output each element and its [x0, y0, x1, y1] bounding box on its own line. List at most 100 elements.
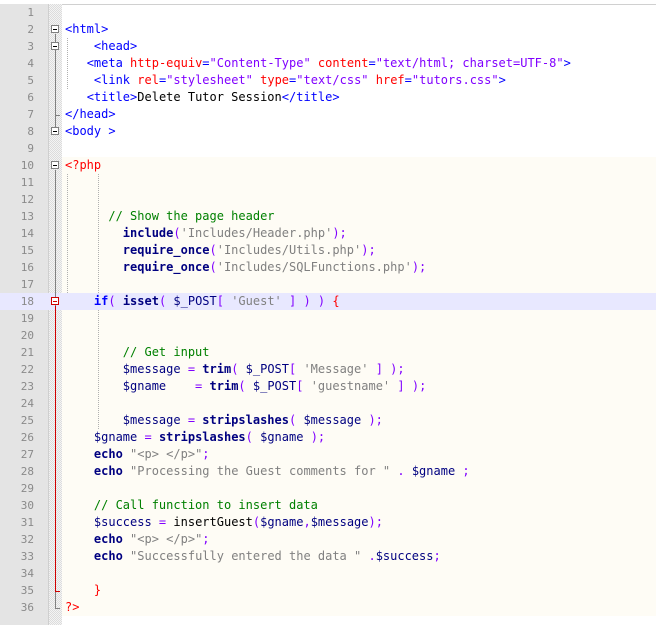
line-number: 7: [27, 108, 34, 121]
code-line[interactable]: 36 ?>: [0, 599, 656, 616]
line-number: 13: [20, 210, 34, 223]
code-token: <head>: [93, 39, 138, 53]
code-token: http-equiv: [130, 56, 203, 70]
code-line[interactable]: 34: [0, 565, 656, 582]
code-line[interactable]: 26 $gname = stripslashes( $gname );: [0, 429, 656, 446]
code-token: $gname: [260, 515, 304, 529]
code-line[interactable]: 6 <title>Delete Tutor Session</title>: [0, 89, 656, 106]
code-token: $gname: [411, 464, 456, 478]
code-line[interactable]: 10 <?php: [0, 157, 656, 174]
line-number: 26: [20, 431, 34, 444]
code-token: (: [209, 260, 217, 274]
code-token: href: [375, 73, 405, 87]
code-token: $_POST: [173, 294, 217, 308]
line-code: // Get input: [65, 344, 210, 361]
fold-collapse-icon-active[interactable]: [51, 297, 59, 305]
code-line[interactable]: 8 <body >: [0, 123, 656, 140]
code-token: [: [296, 379, 311, 393]
code-line[interactable]: 4 <meta http-equiv="Content-Type" conten…: [0, 55, 656, 72]
code-line[interactable]: 7 </head>: [0, 106, 656, 123]
fold-collapse-icon[interactable]: [51, 161, 59, 169]
code-token: );: [368, 515, 383, 529]
line-code: // Call function to insert data: [65, 497, 318, 514]
code-token: <html>: [65, 22, 109, 36]
code-line[interactable]: 30 // Call function to insert data: [0, 497, 656, 514]
fold-collapse-icon[interactable]: [51, 42, 59, 50]
line-code: echo "<p> </p>";: [65, 446, 210, 463]
line-number: 6: [27, 91, 34, 104]
code-token: insertGuest: [173, 515, 253, 529]
code-token: 'Message': [303, 362, 369, 376]
line-number: 34: [20, 567, 34, 580]
code-token: =: [151, 515, 174, 529]
code-token: $message: [122, 413, 181, 427]
code-line[interactable]: 33 echo "Successfully entered the data "…: [0, 548, 656, 565]
line-code: <title>Delete Tutor Session</title>: [65, 89, 340, 106]
code-token: $_POST: [245, 362, 289, 376]
code-line[interactable]: 5 <link rel="stylesheet" type="text/css"…: [0, 72, 656, 89]
code-token: rel: [137, 73, 159, 87]
line-number: 18: [20, 295, 34, 308]
line-number: 23: [20, 380, 34, 393]
line-number: 28: [20, 465, 34, 478]
line-code: <body >: [65, 123, 116, 140]
code-token: ;: [433, 549, 441, 563]
line-number: 4: [27, 57, 34, 70]
code-line[interactable]: 29: [0, 480, 656, 497]
code-token: =: [404, 73, 412, 87]
indent-guide: [98, 174, 99, 293]
code-editor[interactable]: 1 2 <html> 3 <head> 4 <meta http-equiv="Cont…: [0, 0, 656, 625]
line-number: 12: [20, 193, 34, 206]
code-token: =: [137, 430, 159, 444]
code-token: (: [173, 226, 181, 240]
fold-collapse-icon[interactable]: [51, 127, 59, 135]
code-line[interactable]: 27 echo "<p> </p>";: [0, 446, 656, 463]
code-token: (: [209, 243, 217, 257]
code-line[interactable]: 9: [0, 140, 656, 157]
code-line[interactable]: 28 echo "Processing the Guest comments f…: [0, 463, 656, 480]
line-number: 15: [20, 244, 34, 257]
line-number: 32: [20, 533, 34, 546]
line-code: </head>: [65, 106, 116, 123]
line-code: echo "Successfully entered the data " .$…: [65, 548, 441, 565]
code-token: "Successfully entered the data ": [130, 549, 362, 563]
code-token: 'Includes/Header.php': [180, 226, 333, 240]
code-line[interactable]: 3 <head>: [0, 38, 656, 55]
code-token: $message: [310, 515, 369, 529]
indent-guide: [98, 310, 99, 429]
code-line[interactable]: 1: [0, 4, 656, 21]
code-token: trim: [202, 362, 232, 376]
code-token: (: [231, 362, 246, 376]
code-token: <meta: [86, 56, 131, 70]
line-number: 30: [20, 499, 34, 512]
code-line[interactable]: 2 <html>: [0, 21, 656, 38]
code-token: }: [93, 583, 102, 597]
line-number: 36: [20, 601, 34, 614]
line-code: $success = insertGuest($gname,$message);: [65, 514, 383, 531]
line-code: echo "<p> </p>";: [65, 531, 210, 548]
code-token: [: [289, 362, 304, 376]
code-token: =: [202, 56, 210, 70]
code-line[interactable]: 35 }: [0, 582, 656, 599]
line-code: $gname = stripslashes( $gname );: [65, 429, 325, 446]
code-line[interactable]: 18 if( isset( $_POST[ 'Guest' ] ) ) {: [0, 293, 656, 310]
code-token: require_once: [122, 243, 210, 257]
code-line[interactable]: 32 echo "<p> </p>";: [0, 531, 656, 548]
line-code: require_once('Includes/SQLFunctions.php'…: [65, 259, 426, 276]
line-number: 17: [20, 278, 34, 291]
fold-collapse-icon[interactable]: [51, 25, 59, 33]
code-token: {: [332, 294, 340, 308]
code-token: );: [361, 243, 376, 257]
line-number: 21: [20, 346, 34, 359]
code-token: "stylesheet": [166, 73, 253, 87]
code-line[interactable]: 31 $success = insertGuest($gname,$messag…: [0, 514, 656, 531]
code-token: ;: [202, 447, 210, 461]
code-token: type: [260, 73, 290, 87]
